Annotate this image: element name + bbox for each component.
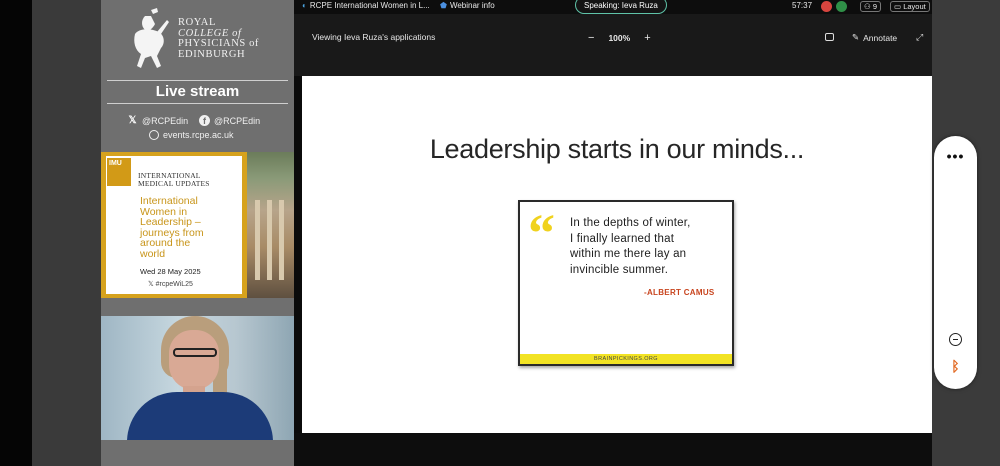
- viewing-label: Viewing Ieva Ruza's applications: [312, 32, 436, 42]
- people-icon: ⚇: [864, 2, 871, 11]
- webinar-info-button[interactable]: ⬟ Webinar info: [440, 1, 495, 10]
- logo-line-1: ROYAL: [178, 17, 217, 28]
- globe-icon: [149, 130, 159, 140]
- website-link: events.rcpe.ac.uk: [149, 130, 234, 140]
- shared-slide: Leadership starts in our minds... “ In t…: [302, 76, 932, 433]
- promo-title: International Women in Leadership – jour…: [140, 196, 236, 259]
- rcpe-logo: ROYAL COLLEGE of PHYSICIANS of EDINBURGH: [101, 0, 294, 80]
- left-frame: [0, 0, 34, 466]
- promo-title-line: Leadership –: [140, 216, 201, 228]
- building-pillar: [279, 200, 284, 280]
- webinar-info-label: Webinar info: [449, 1, 495, 10]
- promo-title-line: world: [140, 247, 166, 260]
- share-toolbar: Viewing Ieva Ruza's applications − 100% …: [294, 14, 932, 76]
- logo-wordmark: ROYAL COLLEGE of PHYSICIANS of EDINBURGH: [178, 17, 260, 60]
- promo-header: INTERNATIONAL MEDICAL UPDATES: [138, 172, 210, 188]
- annotate-button[interactable]: ✎ Annotate: [852, 32, 897, 43]
- zoom-level: 100%: [608, 33, 631, 43]
- x-logo-icon: 𝕏: [148, 281, 156, 288]
- quote-line: In the depths of winter,: [570, 217, 691, 229]
- bluetooth-icon[interactable]: ᛒ: [934, 358, 977, 374]
- facebook-handle: f @RCPEdin: [199, 115, 260, 126]
- mic-button[interactable]: [836, 1, 847, 12]
- quote-card: “ In the depths of winter, I finally lea…: [518, 200, 734, 366]
- quote-text: In the depths of winter, I finally learn…: [570, 216, 730, 278]
- speaker-video: [101, 316, 294, 440]
- leave-button[interactable]: [821, 1, 832, 12]
- imu-badge: IMU: [107, 158, 131, 186]
- minimize-icon[interactable]: [949, 333, 962, 346]
- promo-card: IMU INTERNATIONAL MEDICAL UPDATES Intern…: [106, 156, 242, 294]
- shield-icon: ⬟: [440, 1, 447, 10]
- leave-icon: [821, 1, 832, 12]
- quote-footer: BRAINPICKINGS.ORG: [520, 354, 732, 364]
- building-pillar: [255, 200, 260, 280]
- annotate-label: Annotate: [863, 32, 898, 43]
- remote-control-icon[interactable]: [825, 33, 834, 41]
- share-icon: ◐: [302, 1, 307, 10]
- slide-title: Leadership starts in our minds...: [429, 134, 805, 164]
- meeting-title: RCPE International Women in L...: [309, 1, 430, 10]
- speaking-indicator: Speaking: Ieva Ruza: [575, 0, 667, 14]
- herald-logo-icon: [134, 8, 169, 68]
- mic-icon: [836, 1, 847, 12]
- bottom-strip: [294, 433, 932, 466]
- more-icon[interactable]: •••: [934, 148, 977, 164]
- promo-title-line: International: [140, 195, 198, 207]
- left-frame-edge: [32, 0, 102, 466]
- speaking-label: Speaking: Ieva Ruza: [584, 1, 658, 10]
- quote-author: -ALBERT CAMUS: [644, 288, 715, 297]
- hashtag-label: #rcpeWiL25: [155, 281, 193, 288]
- layout-label: Layout: [903, 2, 926, 11]
- screen: ◐ RCPE International Women in L... ⬟ Web…: [0, 0, 1000, 466]
- speaker-glasses: [173, 348, 217, 357]
- layout-icon: ▭: [894, 2, 902, 11]
- building-pillar: [267, 200, 272, 280]
- x-logo-icon: 𝕏: [128, 115, 137, 126]
- meeting-timer: 57:37: [792, 1, 812, 10]
- zoom-controls: − 100% +: [588, 32, 651, 44]
- website-label: events.rcpe.ac.uk: [163, 130, 234, 140]
- twitter-handle: 𝕏 @RCPEdin: [127, 115, 188, 126]
- meeting-title-tab[interactable]: ◐ RCPE International Women in L...: [302, 1, 430, 10]
- rcpe-side-panel: ROYAL COLLEGE of PHYSICIANS of EDINBURGH…: [101, 0, 294, 466]
- facebook-label: @RCPEdin: [214, 115, 261, 126]
- participants-box: ⚇ 9: [860, 1, 881, 12]
- promo-title-line: around the: [140, 237, 191, 249]
- quote-line: I finally learned that: [570, 232, 675, 245]
- promo-hashtag: 𝕏 #rcpeWiL25: [148, 280, 193, 288]
- event-promo: IMU INTERNATIONAL MEDICAL UPDATES Intern…: [101, 152, 294, 298]
- layout-button[interactable]: ▭ Layout: [890, 1, 930, 12]
- annotate-icon: ✎: [852, 32, 860, 42]
- timer-value: 57:37: [792, 1, 813, 10]
- zoom-in-button[interactable]: +: [644, 32, 650, 44]
- speaker-face: [169, 330, 219, 390]
- divider-top: [107, 80, 288, 81]
- logo-line-4: EDINBURGH: [178, 48, 246, 60]
- speaker-shirt: [127, 392, 273, 440]
- divider-bottom: [107, 103, 288, 104]
- zoom-out-button[interactable]: −: [588, 32, 594, 44]
- promo-date: Wed 28 May 2025: [140, 267, 201, 276]
- layout-box: ▭ Layout: [890, 1, 930, 12]
- expand-icon[interactable]: ⤢: [916, 32, 923, 43]
- twitter-label: @RCPEdin: [142, 115, 189, 126]
- logo-line-3: PHYSICIANS of: [178, 38, 260, 49]
- participants-count: 9: [872, 2, 877, 11]
- meeting-topbar: ◐ RCPE International Women in L... ⬟ Web…: [294, 0, 932, 14]
- quote-line: invincible summer.: [570, 263, 669, 276]
- participants-button[interactable]: ⚇ 9: [860, 1, 881, 12]
- live-stream-heading: Live stream: [155, 83, 240, 100]
- floating-toolbar: ••• ᛒ: [934, 136, 977, 389]
- promo-header-line-2: MEDICAL UPDATES: [138, 179, 210, 188]
- quote-line: within me there lay an: [570, 248, 687, 260]
- facebook-icon: f: [199, 115, 210, 126]
- quote-mark-icon: “: [528, 203, 555, 263]
- building-photo: [247, 152, 294, 298]
